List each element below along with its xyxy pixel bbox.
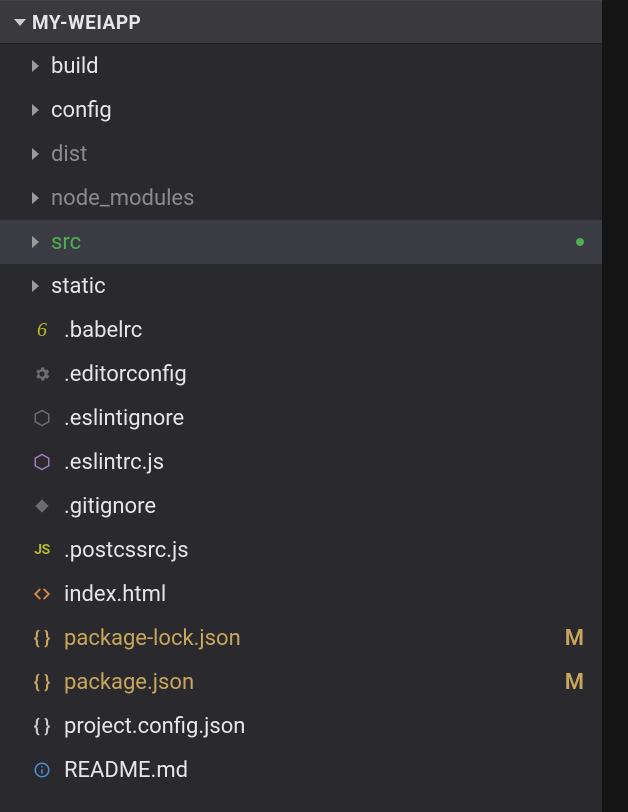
file-item-postcssrc-js[interactable]: JS .postcssrc.js bbox=[0, 528, 602, 572]
folder-item-static[interactable]: static bbox=[0, 264, 602, 308]
git-modified-badge: M bbox=[565, 626, 584, 651]
braces-icon: { } bbox=[32, 672, 52, 692]
folder-item-label: src bbox=[51, 230, 564, 255]
file-item-readme-md[interactable]: README.md bbox=[0, 748, 602, 792]
explorer-tree: MY-WEIAPP build config dist node_modules… bbox=[0, 0, 602, 812]
js-icon: JS bbox=[32, 540, 52, 560]
explorer-header[interactable]: MY-WEIAPP bbox=[0, 0, 602, 44]
file-item-eslintrc-js[interactable]: .eslintrc.js bbox=[0, 440, 602, 484]
file-item-label: .editorconfig bbox=[64, 362, 602, 387]
folder-item-node-modules[interactable]: node_modules bbox=[0, 176, 602, 220]
file-item-index-html[interactable]: index.html bbox=[0, 572, 602, 616]
file-item-babelrc[interactable]: 6 .babelrc bbox=[0, 308, 602, 352]
babel-icon: 6 bbox=[32, 320, 52, 340]
git-modified-badge: M bbox=[565, 670, 584, 695]
file-item-project-config-json[interactable]: { } project.config.json bbox=[0, 704, 602, 748]
file-item-label: .eslintignore bbox=[64, 406, 602, 431]
chevron-right-icon bbox=[32, 148, 39, 160]
hexagon-icon bbox=[32, 408, 52, 428]
folder-item-build[interactable]: build bbox=[0, 44, 602, 88]
git-modified-dot bbox=[576, 238, 584, 246]
info-icon bbox=[32, 760, 52, 780]
file-item-label: project.config.json bbox=[64, 714, 602, 739]
file-item-gitignore[interactable]: .gitignore bbox=[0, 484, 602, 528]
hexagon-icon bbox=[32, 452, 52, 472]
file-item-label: index.html bbox=[64, 582, 602, 607]
file-item-label: .postcssrc.js bbox=[64, 538, 602, 563]
folder-item-src[interactable]: src bbox=[0, 220, 602, 264]
file-item-label: package-lock.json bbox=[64, 626, 553, 651]
file-item-eslintignore[interactable]: .eslintignore bbox=[0, 396, 602, 440]
file-item-package-lock-json[interactable]: { } package-lock.json M bbox=[0, 616, 602, 660]
explorer-title: MY-WEIAPP bbox=[32, 11, 141, 34]
chevron-right-icon bbox=[32, 280, 39, 292]
folder-item-label: node_modules bbox=[51, 186, 602, 211]
folder-item-config[interactable]: config bbox=[0, 88, 602, 132]
gear-icon bbox=[32, 364, 52, 384]
file-item-package-json[interactable]: { } package.json M bbox=[0, 660, 602, 704]
folder-item-dist[interactable]: dist bbox=[0, 132, 602, 176]
file-item-editorconfig[interactable]: .editorconfig bbox=[0, 352, 602, 396]
braces-icon: { } bbox=[32, 628, 52, 648]
folder-item-label: config bbox=[51, 98, 602, 123]
file-item-label: .eslintrc.js bbox=[64, 450, 602, 475]
file-item-label: .gitignore bbox=[64, 494, 602, 519]
angle-brackets-icon bbox=[32, 584, 52, 604]
file-item-label: package.json bbox=[64, 670, 553, 695]
chevron-right-icon bbox=[32, 104, 39, 116]
folder-item-label: static bbox=[51, 274, 602, 299]
braces-icon: { } bbox=[32, 716, 52, 736]
file-item-label: README.md bbox=[64, 758, 602, 783]
chevron-right-icon bbox=[32, 236, 39, 248]
chevron-right-icon bbox=[32, 60, 39, 72]
vertical-scrollbar[interactable] bbox=[602, 0, 628, 812]
chevron-down-icon bbox=[14, 19, 26, 26]
folder-item-label: dist bbox=[51, 142, 602, 167]
folder-item-label: build bbox=[51, 54, 602, 79]
chevron-right-icon bbox=[32, 192, 39, 204]
file-item-label: .babelrc bbox=[64, 318, 602, 343]
diamond-icon bbox=[32, 496, 52, 516]
